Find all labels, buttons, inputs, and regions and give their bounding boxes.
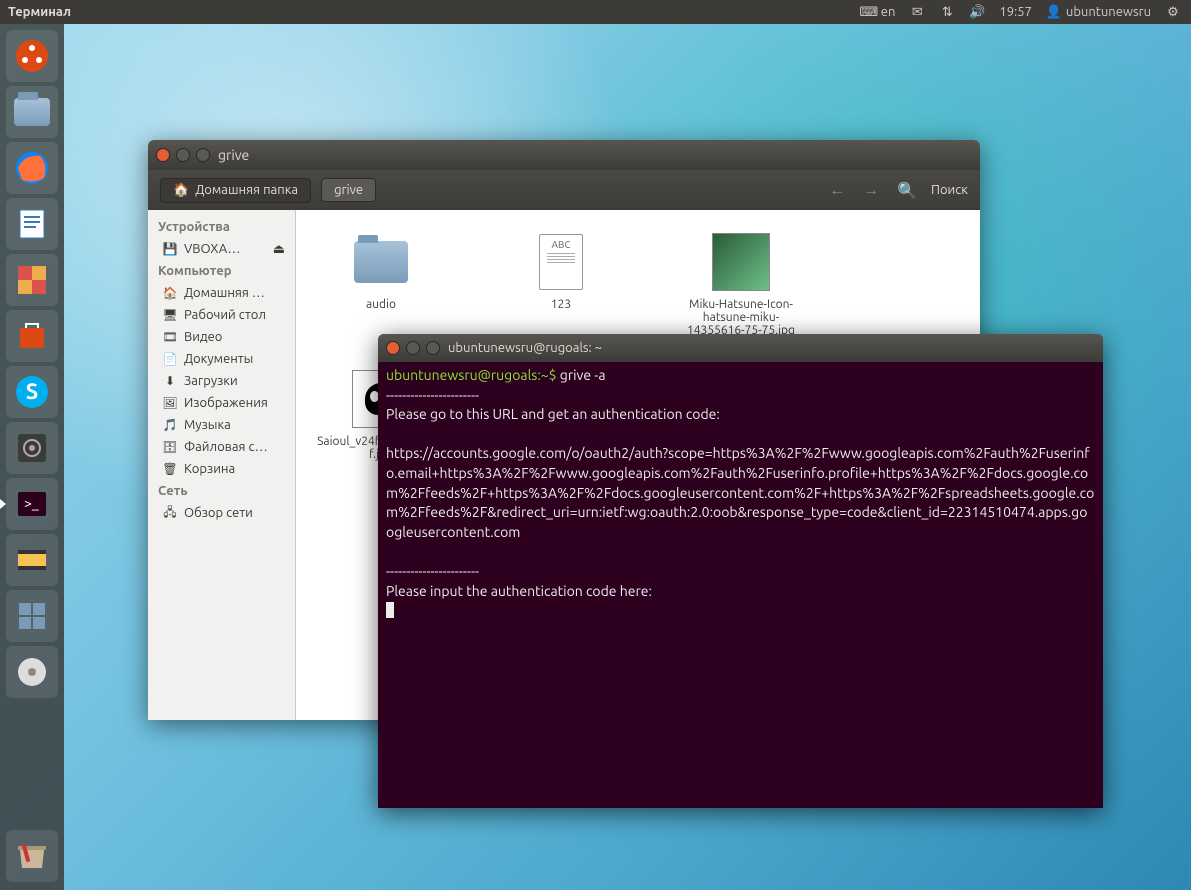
breadcrumb-home[interactable]: 🏠 Домашняя папка — [160, 178, 311, 203]
sidebar-item-home[interactable]: 🏠Домашняя … — [148, 282, 295, 304]
sidebar-item-network[interactable]: 🖧Обзор сети — [148, 502, 295, 524]
launcher-files[interactable] — [6, 86, 58, 138]
panel-app-title: Терминал — [8, 5, 71, 19]
speaker-icon: 🔊 — [969, 4, 985, 20]
mail-indicator[interactable]: ✉ — [909, 4, 925, 20]
network-indicator[interactable]: ⇅ — [939, 4, 955, 20]
drive-icon: 💾 — [162, 241, 178, 257]
video-icon: 🎞 — [162, 329, 178, 345]
term-close-button[interactable] — [386, 341, 400, 355]
filesystem-icon: 🗄 — [162, 439, 178, 455]
breadcrumb-current[interactable]: grive — [321, 178, 376, 202]
sidebar-item-downloads[interactable]: ⬇Загрузки — [148, 370, 295, 392]
session-menu[interactable]: ⚙ — [1165, 4, 1181, 20]
sidebar-item-video[interactable]: 🎞Видео — [148, 326, 295, 348]
fm-titlebar[interactable]: grive — [148, 140, 980, 170]
user-menu[interactable]: 👤 ubuntunewsru — [1046, 4, 1151, 20]
launcher-disc[interactable] — [6, 646, 58, 698]
downloads-icon: ⬇ — [162, 373, 178, 389]
sidebar-section-devices: Устройства — [148, 216, 295, 238]
keyboard-indicator[interactable]: ⌨ en — [861, 4, 896, 20]
sidebar-item-desktop[interactable]: 🖥Рабочий стол — [148, 304, 295, 326]
launcher-settings-tools[interactable] — [6, 254, 58, 306]
launcher-firefox[interactable] — [6, 142, 58, 194]
folder-icon — [354, 241, 408, 283]
term-minimize-button[interactable] — [406, 341, 420, 355]
sidebar-item-documents[interactable]: 📄Документы — [148, 348, 295, 370]
sidebar-item-filesystem[interactable]: 🗄Файловая с… — [148, 436, 295, 458]
keyboard-icon: ⌨ — [861, 4, 877, 20]
term-maximize-button[interactable] — [426, 341, 440, 355]
svg-text:S: S — [26, 379, 39, 404]
fm-maximize-button[interactable] — [196, 148, 210, 162]
terminal-body[interactable]: ubuntunewsru@rugoals:~$ grive -a -------… — [378, 362, 1103, 808]
terminal-window: ubuntunewsru@rugoals: ~ ubuntunewsru@rug… — [378, 334, 1103, 808]
gear-icon: ⚙ — [1165, 4, 1181, 20]
fm-window-title: grive — [218, 147, 249, 163]
sidebar-item-device[interactable]: 💾 VBOXA… ⏏ — [148, 238, 295, 260]
svg-text:>_: >_ — [24, 495, 39, 511]
launcher-workspace-switcher[interactable] — [6, 590, 58, 642]
music-icon: 🎵 — [162, 417, 178, 433]
launcher-dash[interactable] — [6, 30, 58, 82]
desktop-icon: 🖥 — [162, 307, 178, 323]
launcher-terminal[interactable]: >_ — [6, 478, 58, 530]
file-item-image[interactable]: Miku-Hatsune-Icon-hatsune-miku-14355616-… — [676, 230, 806, 337]
network-icon: ⇅ — [939, 4, 955, 20]
term-window-title: ubuntunewsru@rugoals: ~ — [448, 341, 602, 355]
search-button[interactable]: 🔍 — [893, 181, 921, 200]
home-icon: 🏠 — [173, 183, 189, 198]
terminal-cursor — [386, 602, 394, 618]
launcher-skype[interactable]: S — [6, 366, 58, 418]
trash-icon: 🗑 — [162, 461, 178, 477]
sidebar-item-trash[interactable]: 🗑Корзина — [148, 458, 295, 480]
unity-launcher: S >_ — [0, 24, 64, 890]
sidebar-item-music[interactable]: 🎵Музыка — [148, 414, 295, 436]
user-icon: 👤 — [1046, 4, 1062, 20]
nav-back-button[interactable]: ← — [825, 181, 849, 200]
search-label: Поиск — [931, 183, 968, 197]
fm-toolbar: 🏠 Домашняя папка grive ← → 🔍 Поиск — [148, 170, 980, 210]
network-icon: 🖧 — [162, 505, 178, 521]
documents-icon: 📄 — [162, 351, 178, 367]
nav-forward-button[interactable]: → — [859, 181, 883, 200]
file-item-folder[interactable]: audio — [316, 230, 446, 337]
pictures-icon: 🖼 — [162, 395, 178, 411]
launcher-video-editor[interactable] — [6, 534, 58, 586]
system-tray: ⌨ en ✉ ⇅ 🔊 19:57 👤 ubuntunewsru ⚙ — [861, 4, 1191, 20]
envelope-icon: ✉ — [909, 4, 925, 20]
sidebar-item-pictures[interactable]: 🖼Изображения — [148, 392, 295, 414]
sidebar-section-network: Сеть — [148, 480, 295, 502]
fm-minimize-button[interactable] — [176, 148, 190, 162]
home-icon: 🏠 — [162, 285, 178, 301]
top-panel: Терминал ⌨ en ✉ ⇅ 🔊 19:57 👤 ubuntunewsru… — [0, 0, 1191, 24]
sidebar-section-computer: Компьютер — [148, 260, 295, 282]
clock[interactable]: 19:57 — [999, 5, 1032, 19]
file-item-doc[interactable]: ABC 123 — [496, 230, 626, 337]
document-icon: ABC — [539, 234, 583, 290]
image-thumbnail-icon — [712, 233, 770, 291]
fm-close-button[interactable] — [156, 148, 170, 162]
launcher-writer[interactable] — [6, 198, 58, 250]
eject-icon[interactable]: ⏏ — [273, 242, 285, 257]
fm-sidebar: Устройства 💾 VBOXA… ⏏ Компьютер 🏠Домашня… — [148, 210, 296, 720]
launcher-software-center[interactable] — [6, 310, 58, 362]
launcher-system-settings[interactable] — [6, 422, 58, 474]
volume-indicator[interactable]: 🔊 — [969, 4, 985, 20]
launcher-trash[interactable] — [6, 830, 58, 882]
term-titlebar[interactable]: ubuntunewsru@rugoals: ~ — [378, 334, 1103, 362]
